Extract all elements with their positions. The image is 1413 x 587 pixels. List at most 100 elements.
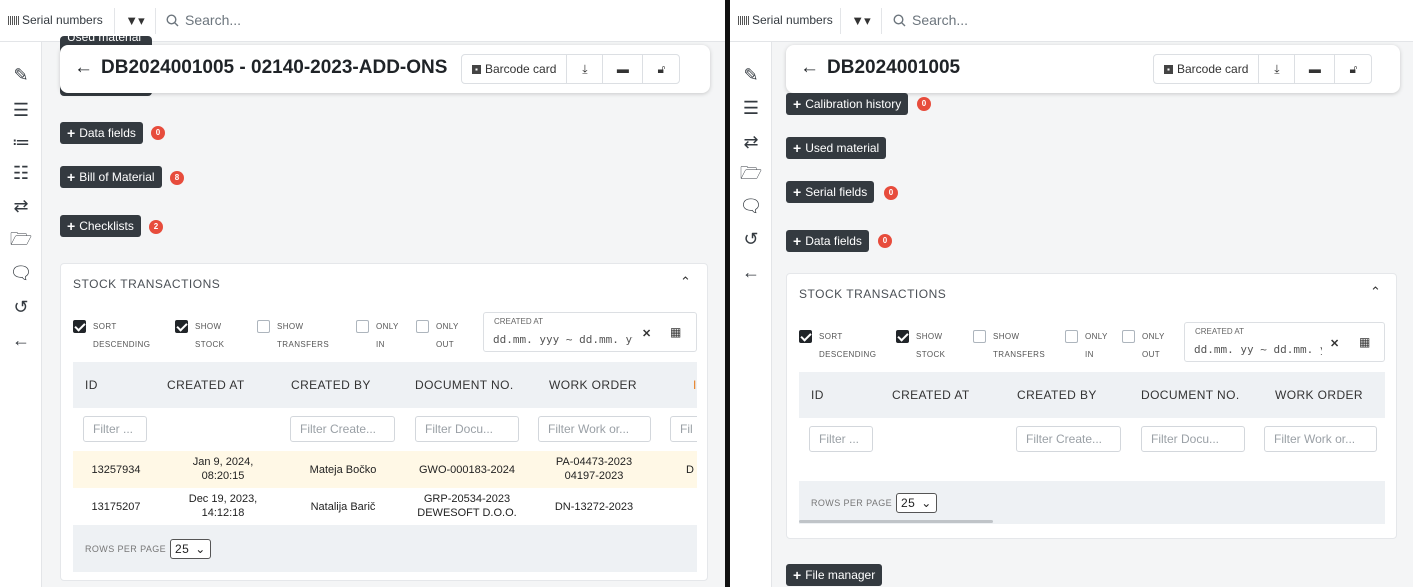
cell-id: 13257934 (91, 464, 141, 476)
checkbox-unchecked[interactable] (356, 320, 369, 333)
created-at-date-range[interactable]: CREATED AT dd.mm. yyy ~ dd.mm. yyy ✕ ▦ (483, 312, 697, 352)
clear-icon[interactable]: ✕ (1330, 337, 1339, 350)
table-icon[interactable]: ☰ (730, 97, 772, 119)
rows-per-page-select[interactable]: 25 ⌄ (896, 493, 937, 513)
search-field[interactable]: Search... (893, 12, 968, 28)
plus-icon: + (793, 233, 802, 249)
archive-button[interactable]: ▬ (603, 55, 644, 83)
file-manager-label: File manager (805, 568, 876, 582)
checkbox-unchecked[interactable] (973, 330, 986, 343)
empty-body (799, 461, 1385, 481)
filter-document-input[interactable]: Filter Docu... (415, 416, 519, 442)
serial-numbers-label: Serial numbers (22, 13, 103, 27)
filter-work-order-input[interactable]: Filter Work or... (538, 416, 651, 442)
stock-transactions-title: STOCK TRANSACTIONS (73, 277, 221, 291)
barcode-card-button[interactable]: Barcode card (462, 55, 568, 83)
download-button[interactable]: ⤓ (1259, 55, 1296, 83)
checkbox-checked[interactable] (896, 330, 909, 343)
back-arrow-icon[interactable]: ← (0, 329, 42, 351)
rows-per-page-label: ROWS PER PAGE (811, 498, 893, 508)
table-row[interactable]: 13175207 Dec 19, 2023, 14:12:18 Natalija… (73, 488, 697, 525)
serial-numbers-link[interactable]: Serial numbers (738, 13, 833, 27)
checkbox-unchecked[interactable] (257, 320, 270, 333)
column-header-document-no[interactable]: DOCUMENT NO. (1141, 372, 1240, 418)
column-header-created-at[interactable]: CREATED AT (892, 372, 970, 418)
checkbox-unchecked[interactable] (416, 320, 429, 333)
filter-created-by-input[interactable]: Filter Create... (290, 416, 395, 442)
folder-icon[interactable]: 🗁 (0, 228, 42, 250)
transfer-icon[interactable]: ⇄ (730, 131, 772, 153)
column-header-work-order[interactable]: WORK ORDER (1275, 372, 1363, 418)
used-material-button[interactable]: + Used material (786, 137, 887, 159)
download-icon: ⤓ (1274, 61, 1280, 76)
checklists-label: Checklists (79, 219, 134, 233)
barcode-card-button[interactable]: Barcode card (1154, 55, 1260, 83)
checkbox-checked[interactable] (73, 320, 86, 333)
comments-icon[interactable]: 🗨 (730, 195, 772, 217)
arrow-left-icon[interactable]: ← (800, 57, 819, 79)
bill-of-material-button[interactable]: + Bill of Material (60, 166, 162, 188)
list-ordered-icon[interactable]: ≔ (0, 131, 42, 153)
edit-icon[interactable]: ✎ (0, 64, 42, 86)
collapse-caret-icon[interactable]: ⌃ (680, 274, 691, 290)
data-fields-label: Data fields (805, 234, 862, 248)
serial-fields-button[interactable]: + Serial fields (786, 181, 875, 203)
data-fields-button[interactable]: + Data fields (786, 230, 869, 252)
comments-icon[interactable]: 🗨 (0, 262, 42, 284)
clear-icon[interactable]: ✕ (642, 327, 651, 340)
column-header-work-order[interactable]: WORK ORDER (549, 362, 637, 408)
calibration-history-button[interactable]: + Calibration history (786, 93, 909, 115)
column-header-id[interactable]: ID (85, 362, 98, 408)
created-at-date-range[interactable]: CREATED AT dd.mm. yy ~ dd.mm. yy ✕ ▦ (1184, 322, 1385, 362)
filter-id-input[interactable]: Filter ... (809, 426, 873, 452)
folder-icon[interactable]: 🗁 (730, 162, 772, 184)
horizontal-scrollbar[interactable] (799, 520, 993, 523)
column-header-created-by[interactable]: CREATED BY (1017, 372, 1097, 418)
filter-document-input[interactable]: Filter Docu... (1141, 426, 1245, 452)
back-arrow-icon[interactable]: ← (730, 261, 772, 283)
option-label: SORT (93, 322, 117, 331)
right-pane: Serial numbers ▼▾ Search... ✎ ☰ ⇄ 🗁 🗨 ↺ … (730, 0, 1413, 587)
search-field[interactable]: Search... (166, 12, 241, 28)
collapse-caret-icon[interactable]: ⌃ (1370, 284, 1381, 300)
column-header-created-at[interactable]: CREATED AT (167, 362, 245, 408)
filter-button[interactable]: ▼▾ (840, 8, 882, 34)
page-title: DB2024001005 (827, 57, 961, 78)
column-header-id[interactable]: ID (811, 372, 824, 418)
serial-numbers-link[interactable]: Serial numbers (8, 13, 103, 27)
column-header-created-by[interactable]: CREATED BY (291, 362, 371, 408)
file-manager-button[interactable]: + File manager (786, 564, 883, 586)
checkbox-checked[interactable] (175, 320, 188, 333)
checkbox-unchecked[interactable] (1065, 330, 1078, 343)
data-fields-button[interactable]: + Data fields (60, 122, 143, 144)
barcode-card-label: Barcode card (1177, 62, 1249, 76)
archive-button[interactable]: ▬ (1295, 55, 1336, 83)
checkbox-unchecked[interactable] (1122, 330, 1135, 343)
unlock-button[interactable]: 🔓︎ (643, 55, 679, 83)
unlock-button[interactable]: 🔓︎ (1335, 55, 1371, 83)
edit-icon[interactable]: ✎ (730, 64, 772, 86)
data-fields-badge: 0 (151, 126, 165, 140)
history-icon[interactable]: ↺ (730, 228, 772, 250)
table-row[interactable]: 13257934 Jan 9, 2024, 08:20:15 Mateja Bo… (73, 451, 697, 488)
column-header-clipped[interactable]: I (693, 362, 697, 408)
filter-clipped-input[interactable]: Fil (670, 416, 697, 442)
header-actions: Barcode card ⤓ ▬ 🔓︎ (1153, 54, 1373, 84)
filter-work-order-input[interactable]: Filter Work or... (1264, 426, 1377, 452)
transfer-icon[interactable]: ⇄ (0, 195, 42, 217)
calendar-icon[interactable]: ▦ (670, 325, 681, 339)
checklists-button[interactable]: + Checklists (60, 215, 141, 237)
arrow-left-icon[interactable]: ← (74, 57, 93, 79)
filter-id-input[interactable]: Filter ... (83, 416, 147, 442)
table-icon[interactable]: ☰ (0, 99, 42, 121)
filter-created-by-input[interactable]: Filter Create... (1016, 426, 1121, 452)
plus-icon: + (793, 567, 802, 583)
column-header-document-no[interactable]: DOCUMENT NO. (415, 362, 514, 408)
download-button[interactable]: ⤓ (567, 55, 604, 83)
checklist-icon[interactable]: ☷ (0, 162, 42, 184)
checkbox-checked[interactable] (799, 330, 812, 343)
bill-of-material-badge: 8 (170, 171, 184, 185)
calendar-icon[interactable]: ▦ (1359, 335, 1370, 349)
history-icon[interactable]: ↺ (0, 296, 42, 318)
rows-per-page-select[interactable]: 25 ⌄ (170, 539, 211, 559)
